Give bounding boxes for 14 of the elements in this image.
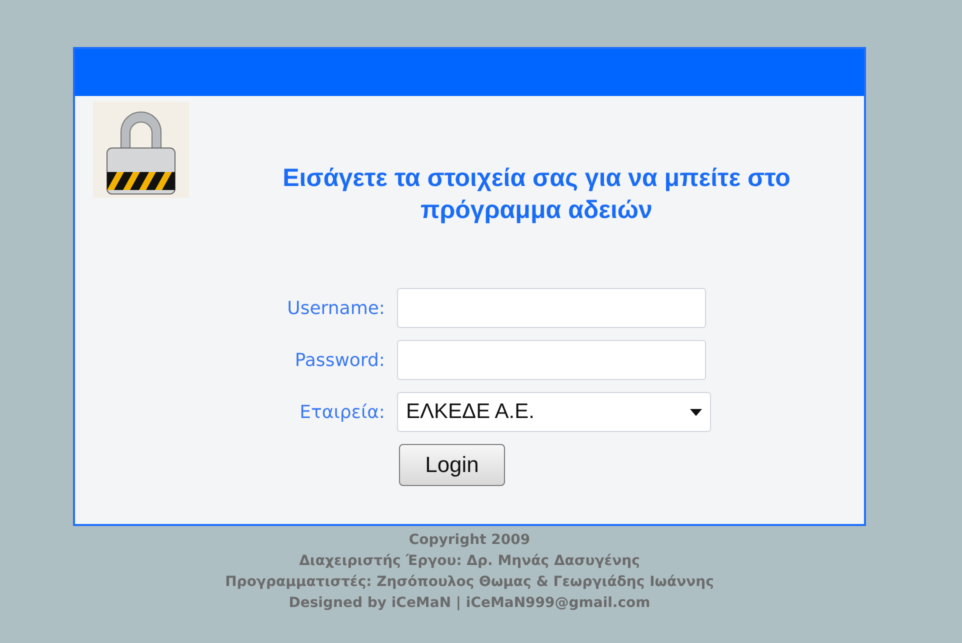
footer-text: Διαχειριστής Έργου: Δρ. Μηνάς Δασυγένης	[299, 552, 640, 571]
field-label: Username:	[286, 298, 385, 318]
login-heading: Εισάγετε τα στοιχεία σας για να μπείτε στο πρόγραμμα αδειών	[282, 163, 792, 226]
field-label: Εταιρεία:	[298, 402, 385, 422]
padlock-icon	[93, 102, 189, 198]
dropdown-arrow-icon	[690, 408, 702, 416]
footer-text: Προγραμματιστές: Ζησόπουλος Θωμας & Γεωργιάδης Ιωάννης	[225, 573, 714, 592]
company-select[interactable]: ΕΛΚΕΔΕ Α.Ε.	[397, 392, 711, 432]
footer-text: Designed by iCeMaN | iCeMaN999@gmail.com	[288, 594, 650, 613]
password-field[interactable]	[397, 340, 706, 380]
username-field[interactable]	[397, 288, 706, 328]
footer-text: Copyright 2009	[408, 531, 530, 550]
field-label: Password:	[294, 350, 385, 370]
login-button[interactable]: Login	[399, 444, 505, 486]
